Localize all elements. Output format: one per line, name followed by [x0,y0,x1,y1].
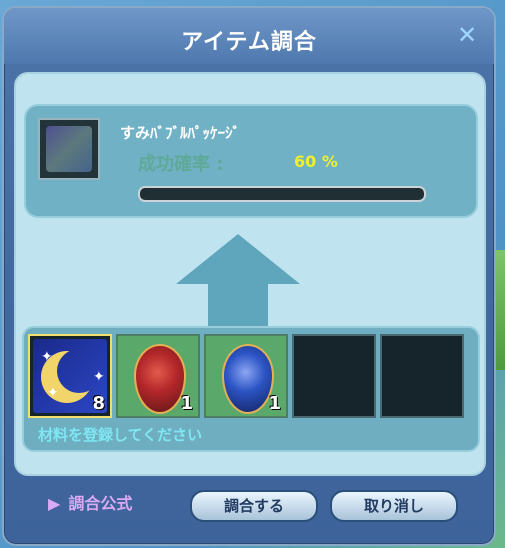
blue-gem-icon [222,344,274,414]
result-panel: すみﾊﾞﾌﾞﾙﾊﾟｯｹｰｼﾞ 成功確率 : 60 % [24,104,478,218]
success-rate-value: 60 % [294,152,338,171]
combine-formula-link[interactable]: ▶ 調合公式 [48,490,132,514]
up-arrow-icon [176,234,300,330]
combine-formula-label: 調合公式 [68,494,133,513]
success-rate-label: 成功確率 : [138,154,224,175]
package-icon [46,126,92,172]
material-slot-4[interactable] [292,334,376,418]
triangle-right-icon: ▶ [48,494,61,513]
window-title: アイテム調合 [181,30,317,55]
material-slot-3[interactable]: 1 [204,334,288,418]
cancel-button[interactable]: 取り消し [330,490,458,522]
craft-button[interactable]: 調合する [190,490,318,522]
combine-panel: すみﾊﾞﾌﾞﾙﾊﾟｯｹｰｼﾞ 成功確率 : 60 % ✦ ✦ ✦ 8 1 1 材… [14,72,486,476]
title-bar[interactable]: アイテム調合 ✕ [4,8,494,64]
progress-bar [138,186,426,202]
red-gem-icon [134,344,186,414]
material-slot-1[interactable]: ✦ ✦ ✦ 8 [28,334,112,418]
materials-hint: 材料を登録してください [38,426,203,444]
item-combine-window: アイテム調合 ✕ すみﾊﾞﾌﾞﾙﾊﾟｯｹｰｼﾞ 成功確率 : 60 % ✦ ✦ [2,6,496,546]
material-count: 1 [180,393,193,414]
material-count: 8 [92,393,105,414]
result-item-name: すみﾊﾞﾌﾞﾙﾊﾟｯｹｰｼﾞ [120,124,241,142]
result-item-slot[interactable] [38,118,100,180]
close-icon[interactable]: ✕ [454,22,480,48]
material-count: 1 [268,393,281,414]
material-slot-2[interactable]: 1 [116,334,200,418]
material-slot-5[interactable] [380,334,464,418]
materials-panel: ✦ ✦ ✦ 8 1 1 材料を登録してください [22,326,480,452]
